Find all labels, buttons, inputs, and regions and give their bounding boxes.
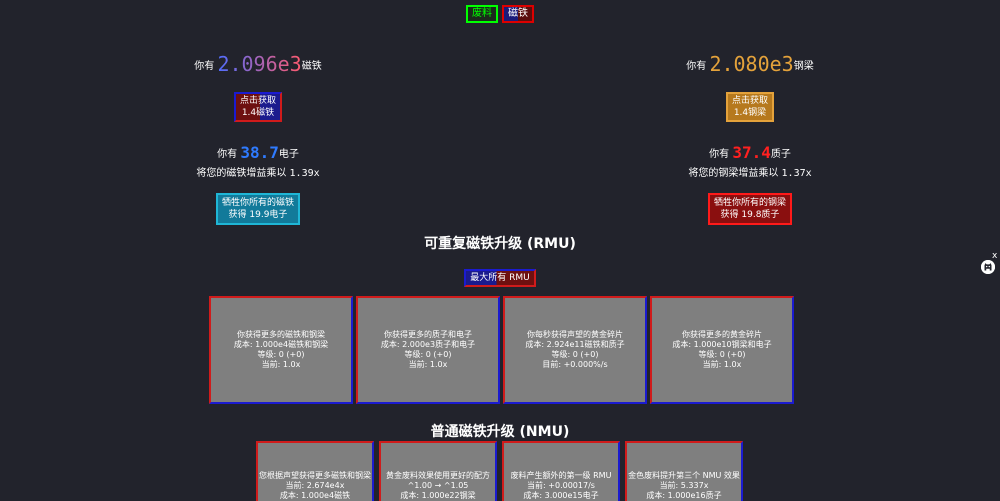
collect-magnet-amount: 1.4磁铁 xyxy=(241,108,275,118)
max-all-rmu-button[interactable]: 最大所有 RMU xyxy=(464,269,536,287)
electron-unit: 电子 xyxy=(278,149,299,160)
proton-amount: 37.4 xyxy=(732,143,771,162)
sacrifice-magnet-label: 牺牲你所有的磁铁 xyxy=(221,198,294,208)
sacrifice-steel-button[interactable]: 牺牲你所有的钢梁 获得 19.8质子 xyxy=(707,193,792,225)
collect-steel-label: 点击获取 xyxy=(731,96,768,106)
nmu-card-3[interactable]: 废料产生额外的第一级 RMU 当前: +0.00017/s 成本: 3.000e… xyxy=(502,441,620,501)
nmu-card-cost: 成本: 3.000e15电子 xyxy=(523,491,599,500)
rmu-section-title: 可重复磁铁升级 (RMU) xyxy=(424,236,576,252)
nmu-section-title: 普通磁铁升级 (NMU) xyxy=(430,424,570,440)
electron-amount: 38.7 xyxy=(240,143,279,162)
magnet-amount: 2.096e3 xyxy=(217,52,302,76)
rmu-card-desc: 你获得更多的黄金碎片 xyxy=(682,330,762,339)
github-cat-icon xyxy=(981,260,995,274)
rmu-card-cost: 成本: 1.000e4磁铁和钢梁 xyxy=(233,340,329,349)
rmu-card-cost: 成本: 2.000e3质子和电子 xyxy=(380,340,476,349)
tab-scrap[interactable]: 废料 xyxy=(466,5,498,23)
rmu-card-level: 等级: 0 (+0) xyxy=(698,350,746,359)
electron-boost-line: 将您的磁铁增益乘以 1.39x xyxy=(128,164,388,179)
nmu-card-2[interactable]: 黄金废料效果使用更好的配方 ^1.00 → ^1.05 成本: 1.000e22… xyxy=(379,441,497,501)
electron-boost-text: 将您的磁铁增益乘以 xyxy=(196,168,287,179)
collect-steel-amount: 1.4钢梁 xyxy=(733,108,767,118)
nmu-card-current: 当前: 2.674e4x xyxy=(285,481,345,490)
collect-magnet-button[interactable]: 点击获取 1.4磁铁 xyxy=(233,92,282,122)
rmu-card-level: 等级: 0 (+0) xyxy=(551,350,599,359)
steel-prefix: 你有 xyxy=(686,61,707,72)
electron-amount-line: 你有 38.7电子 xyxy=(128,143,388,162)
nmu-card-current: ^1.00 → ^1.05 xyxy=(407,481,469,490)
nmu-card-desc: 金色废料提升第三个 NMU 效果 xyxy=(628,471,740,480)
magnet-prefix: 你有 xyxy=(194,61,215,72)
nmu-card-4[interactable]: 金色废料提升第三个 NMU 效果 当前: 5.337x 成本: 1.000e16… xyxy=(625,441,743,501)
tab-magnet[interactable]: 磁铁 xyxy=(502,5,534,23)
electron-panel: 你有 38.7电子 将您的磁铁增益乘以 1.39x 牺牲你所有的磁铁 获得 19… xyxy=(128,143,388,225)
electron-boost-value: 1.39x xyxy=(289,168,320,179)
nmu-card-1[interactable]: 您根据声望获得更多磁铁和钢梁 当前: 2.674e4x 成本: 1.000e4磁… xyxy=(256,441,374,501)
sacrifice-steel-label: 牺牲你所有的钢梁 xyxy=(713,198,786,208)
github-icon[interactable] xyxy=(981,260,995,274)
rmu-card-level: 等级: 0 (+0) xyxy=(257,350,305,359)
nmu-card-cost: 成本: 1.000e16质子 xyxy=(646,491,722,500)
proton-amount-line: 你有 37.4质子 xyxy=(620,143,880,162)
collect-magnet-label: 点击获取 xyxy=(239,96,276,106)
rmu-card-level: 等级: 0 (+0) xyxy=(404,350,452,359)
nmu-card-cost: 成本: 1.000e4磁铁 xyxy=(279,491,351,500)
rmu-max-row: 最大所有 RMU xyxy=(0,265,1000,287)
rmu-card-desc: 你获得更多的磁铁和钢梁 xyxy=(237,330,325,339)
proton-prefix: 你有 xyxy=(709,149,730,160)
rmu-card-current: 当前: 1.0x xyxy=(261,360,301,369)
rmu-card-desc: 你每秒获得声望的黄金碎片 xyxy=(527,330,623,339)
sacrifice-magnet-gain: 获得 19.9电子 xyxy=(228,210,288,220)
nmu-card-cost: 成本: 1.000e22钢梁 xyxy=(400,491,476,500)
rmu-card-desc: 你获得更多的质子和电子 xyxy=(384,330,472,339)
nmu-card-current: 当前: 5.337x xyxy=(659,481,709,490)
steel-amount-line: 你有 2.080e3钢梁 xyxy=(620,52,880,76)
proton-panel: 你有 37.4质子 将您的钢梁增益乘以 1.37x 牺牲你所有的钢梁 获得 19… xyxy=(620,143,880,225)
rmu-card-2[interactable]: 你获得更多的质子和电子 成本: 2.000e3质子和电子 等级: 0 (+0) … xyxy=(356,296,500,404)
rmu-card-cost: 成本: 2.924e11磁铁和质子 xyxy=(525,340,625,349)
nmu-card-desc: 您根据声望获得更多磁铁和钢梁 xyxy=(259,471,371,480)
nmu-card-desc: 废料产生额外的第一级 RMU xyxy=(510,471,612,480)
magnet-unit: 磁铁 xyxy=(301,61,322,72)
nmu-card-desc: 黄金废料效果使用更好的配方 xyxy=(386,471,490,480)
proton-unit: 质子 xyxy=(770,149,791,160)
sacrifice-steel-gain: 获得 19.8质子 xyxy=(720,210,780,220)
sacrifice-magnet-button[interactable]: 牺牲你所有的磁铁 获得 19.9电子 xyxy=(215,193,300,225)
magnet-panel: 你有 2.096e3磁铁 点击获取 1.4磁铁 xyxy=(128,52,388,122)
magnet-page: 废料 磁铁 你有 2.096e3磁铁 点击获取 1.4磁铁 你有 2.080e3… xyxy=(0,0,1000,501)
steel-panel: 你有 2.080e3钢梁 点击获取 1.4钢梁 xyxy=(620,52,880,122)
rmu-card-current: 当前: 1.0x xyxy=(702,360,742,369)
rmu-card-3[interactable]: 你每秒获得声望的黄金碎片 成本: 2.924e11磁铁和质子 等级: 0 (+0… xyxy=(503,296,647,404)
electron-prefix: 你有 xyxy=(217,149,238,160)
proton-boost-text: 将您的钢梁增益乘以 xyxy=(688,168,779,179)
rmu-card-cost: 成本: 1.000e10钢梁和电子 xyxy=(672,340,772,349)
rmu-card-1[interactable]: 你获得更多的磁铁和钢梁 成本: 1.000e4磁铁和钢梁 等级: 0 (+0) … xyxy=(209,296,353,404)
steel-amount: 2.080e3 xyxy=(709,52,794,76)
rmu-card-current: 目前: +0.000%/s xyxy=(542,360,608,369)
magnet-amount-line: 你有 2.096e3磁铁 xyxy=(128,52,388,76)
nmu-card-current: 当前: +0.00017/s xyxy=(527,481,595,490)
proton-boost-value: 1.37x xyxy=(781,168,812,179)
collect-steel-button[interactable]: 点击获取 1.4钢梁 xyxy=(725,92,774,122)
rmu-card-current: 当前: 1.0x xyxy=(408,360,448,369)
steel-unit: 钢梁 xyxy=(793,61,814,72)
rmu-card-4[interactable]: 你获得更多的黄金碎片 成本: 1.000e10钢梁和电子 等级: 0 (+0) … xyxy=(650,296,794,404)
proton-boost-line: 将您的钢梁增益乘以 1.37x xyxy=(620,164,880,179)
tab-bar: 废料 磁铁 xyxy=(0,5,1000,23)
